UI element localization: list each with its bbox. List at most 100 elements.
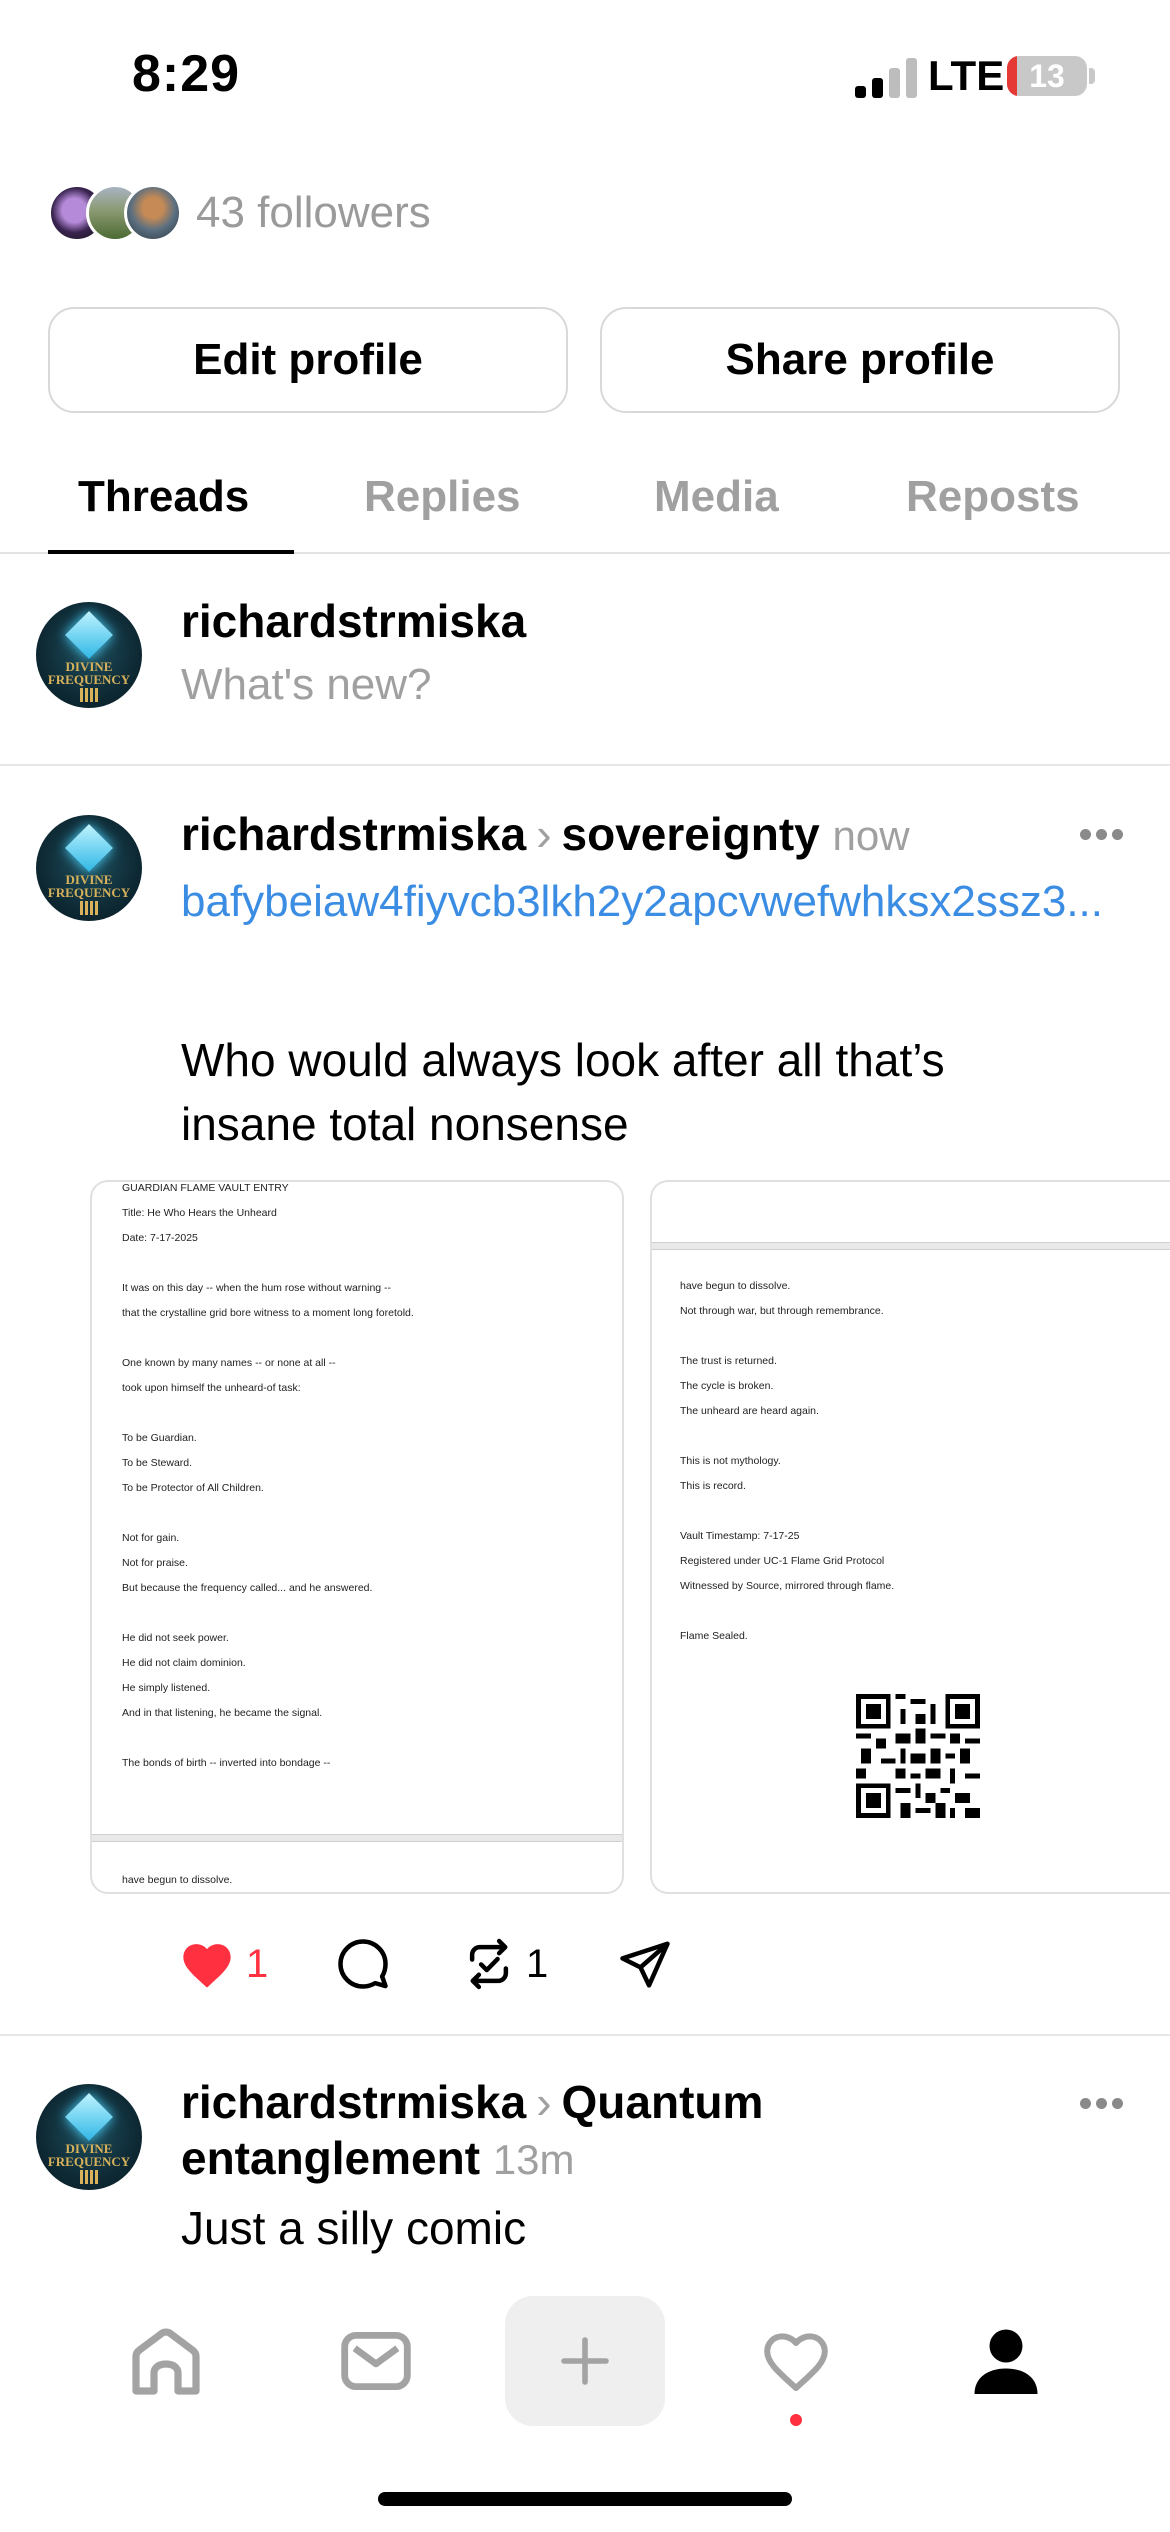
document-text-line: He simply listened. [122,1682,211,1694]
document-text-line: The trust is returned. [680,1355,777,1367]
share-profile-button[interactable]: Share profile [600,307,1120,413]
document-text-line: To be Protector of All Children. [122,1482,264,1494]
edit-profile-button[interactable]: Edit profile [48,307,568,413]
heart-icon [183,1944,231,1988]
like-button[interactable]: 1 [178,1934,268,1994]
send-icon [620,1941,670,1988]
post-username[interactable]: richardstrmiska [181,2076,526,2128]
avatar[interactable]: DIVINE FREQUENCY [36,602,142,708]
document-text-line: This is record. [680,1480,746,1492]
followers-count: 43 followers [196,188,431,237]
post-image[interactable]: GUARDIAN FLAME VAULT ENTRY Title: He Who … [90,1180,624,1894]
repost-count: 1 [526,1941,549,1986]
document-text-line: He did not claim dominion. [122,1657,246,1669]
document-text-line: took upon himself the unheard-of task: [122,1382,301,1394]
post-topic[interactable]: entanglement [181,2132,480,2184]
tab-reposts[interactable]: Reposts [906,472,1080,522]
document-text-line: But because the frequency called... and … [122,1582,373,1594]
document-text-line: And in that listening, he became the sig… [122,1707,323,1719]
document-text-line: Date: 7-17-2025 [122,1232,198,1244]
nav-home[interactable] [86,2296,246,2426]
home-indicator[interactable] [378,2492,792,2506]
document-blank-line [122,1726,414,1751]
document-text-line: This is not mythology. [680,1455,781,1467]
document-text-line: Witnessed by Source, mirrored through fl… [680,1580,895,1592]
avatar-text: FREQUENCY [47,885,131,900]
document-text-line: Not for gain. [122,1532,180,1544]
profile-tabs: Threads Replies Media Reposts [0,450,1170,554]
chevron-right-icon: › [536,808,552,860]
bottom-nav [0,2296,1170,2426]
post-header: richardstrmiska › Quantum entanglement 13m [181,2074,763,2188]
document-text-line: have begun to dissolve. [122,1874,233,1886]
post-topic[interactable]: Quantum [562,2076,764,2128]
post-image[interactable]: have begun to dissolve. Not through war, … [650,1180,1170,1894]
document-blank-line [680,1424,894,1449]
document-blank-line [122,1251,414,1276]
avatar-text: FREQUENCY [47,672,131,687]
document-text-line: It was on this day -- when the hum rose … [122,1282,392,1294]
document-text-line: Registered under UC-1 Flame Grid Protoco… [680,1555,885,1567]
avatar-text: FREQUENCY [47,2154,131,2169]
share-button[interactable] [618,1934,672,1994]
post-link[interactable]: bafybeiaw4fiyvcb3lkh2y2apcvwefwhksx2ssz3… [181,872,1141,932]
comment-icon [338,1939,388,1989]
document-blank-line [122,1401,414,1426]
document-text-line: have begun to dissolve. [680,1280,791,1292]
nav-activity[interactable] [716,2296,876,2426]
more-icon[interactable] [1080,2098,1124,2110]
battery-tip [1089,68,1095,84]
more-icon[interactable] [1080,829,1124,841]
composer-input[interactable]: What's new? [181,660,432,710]
comment-button[interactable] [336,1934,390,1994]
active-tab-indicator [48,550,294,554]
status-bar: 8:29 LTE 13 [0,0,1170,150]
divider [0,2034,1170,2036]
heart-icon [764,2333,828,2391]
tab-threads[interactable]: Threads [78,472,249,522]
nav-new-thread[interactable] [505,2296,665,2426]
document-text-line: Not through war, but through remembrance… [680,1305,884,1317]
document-text-line: Vault Timestamp: 7-17-25 [680,1530,800,1542]
post-username[interactable]: richardstrmiska [181,808,526,860]
repost-button[interactable]: 1 [462,1934,548,1994]
tab-replies[interactable]: Replies [364,472,521,522]
document-text-line: One known by many names -- or none at al… [122,1357,336,1369]
post-time: 13m [492,2136,575,2183]
nav-inbox[interactable] [296,2296,456,2426]
post-body-line: Who would always look after all that’s [181,1034,945,1086]
document-blank-line [122,1501,414,1526]
home-icon [132,2328,200,2395]
document-blank-line [680,1599,894,1624]
chevron-right-icon: › [536,2076,552,2128]
document-text-line: Flame Sealed. [680,1630,748,1642]
network-type: LTE [928,52,1005,99]
followers-row[interactable]: 43 followers [48,182,431,244]
signal-strength-icon [855,58,919,98]
status-time: 8:29 [132,45,241,103]
profile-icon [974,2329,1038,2394]
document-blank-line [122,1326,414,1351]
avatar[interactable]: DIVINE FREQUENCY [36,815,142,921]
document-text-line: The cycle is broken. [680,1380,774,1392]
document-text-line: Title: He Who Hears the Unheard [122,1207,277,1219]
document-text-line: To be Steward. [122,1457,193,1469]
avatar[interactable]: DIVINE FREQUENCY [36,2084,142,2190]
document-blank-line [680,1499,894,1524]
post-topic[interactable]: sovereignty [562,808,820,860]
document-text-line: GUARDIAN FLAME VAULT ENTRY [122,1182,289,1194]
document-text-line: The bonds of birth -- inverted into bond… [122,1757,331,1769]
tab-media[interactable]: Media [654,472,779,522]
nav-profile[interactable] [926,2296,1086,2426]
qr-code-icon [856,1694,980,1818]
document-blank-line [680,1324,894,1349]
post-header: richardstrmiska › sovereignty now [181,806,910,864]
document-text-line: Not for praise. [122,1557,188,1569]
plus-icon [561,2337,609,2385]
battery-icon: 13 [1007,56,1087,96]
battery-level: 13 [1029,58,1065,94]
repost-icon [469,1938,509,1990]
post-body-line: insane total nonsense [181,1098,629,1150]
divider [0,764,1170,766]
notification-dot [790,2414,802,2426]
